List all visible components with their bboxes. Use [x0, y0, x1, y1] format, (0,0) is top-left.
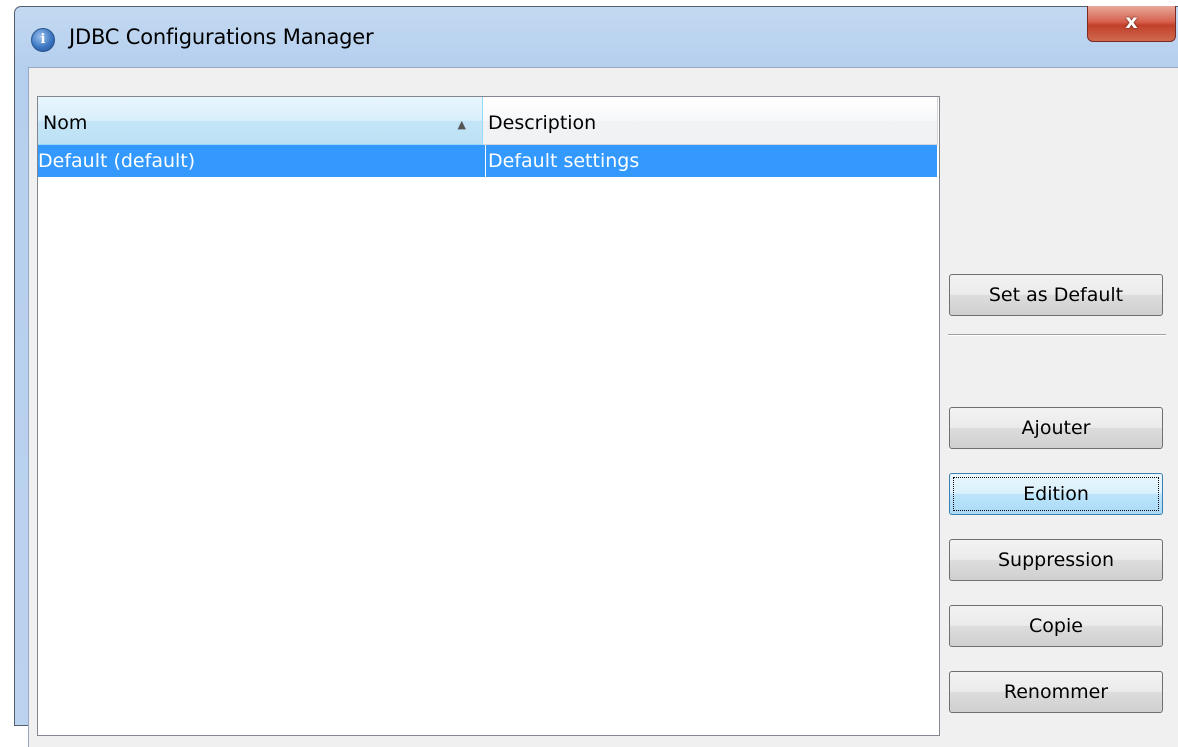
info-icon: i [31, 28, 55, 52]
cell-description: Default settings [488, 150, 640, 172]
button-separator [948, 334, 1166, 336]
set-as-default-button[interactable]: Set as Default [949, 274, 1163, 316]
table-row[interactable]: Default (default) Default settings [38, 145, 937, 177]
column-header-label: Description [488, 112, 597, 134]
title-bar[interactable]: i JDBC Configurations Manager [15, 7, 1178, 67]
configurations-table[interactable]: Nom ▲ Description Default (default) Defa… [37, 96, 940, 736]
close-button[interactable]: x [1087, 6, 1176, 42]
close-icon: x [1125, 11, 1138, 33]
column-header-label: Nom [43, 112, 88, 134]
edit-button[interactable]: Edition [949, 473, 1163, 515]
table-header: Nom ▲ Description [38, 97, 939, 145]
add-button[interactable]: Ajouter [949, 407, 1163, 449]
copy-button[interactable]: Copie [949, 605, 1163, 647]
cell-name: Default (default) [38, 145, 486, 177]
column-header-nom[interactable]: Nom ▲ [38, 97, 483, 145]
rename-button[interactable]: Renommer [949, 671, 1163, 713]
dialog-content: Nom ▲ Description Default (default) Defa… [28, 67, 1178, 747]
window-title: JDBC Configurations Manager [69, 25, 374, 49]
delete-button[interactable]: Suppression [949, 539, 1163, 581]
column-header-description[interactable]: Description [483, 97, 938, 145]
jdbc-configurations-dialog: i JDBC Configurations Manager Nom ▲ Desc… [14, 6, 1178, 747]
